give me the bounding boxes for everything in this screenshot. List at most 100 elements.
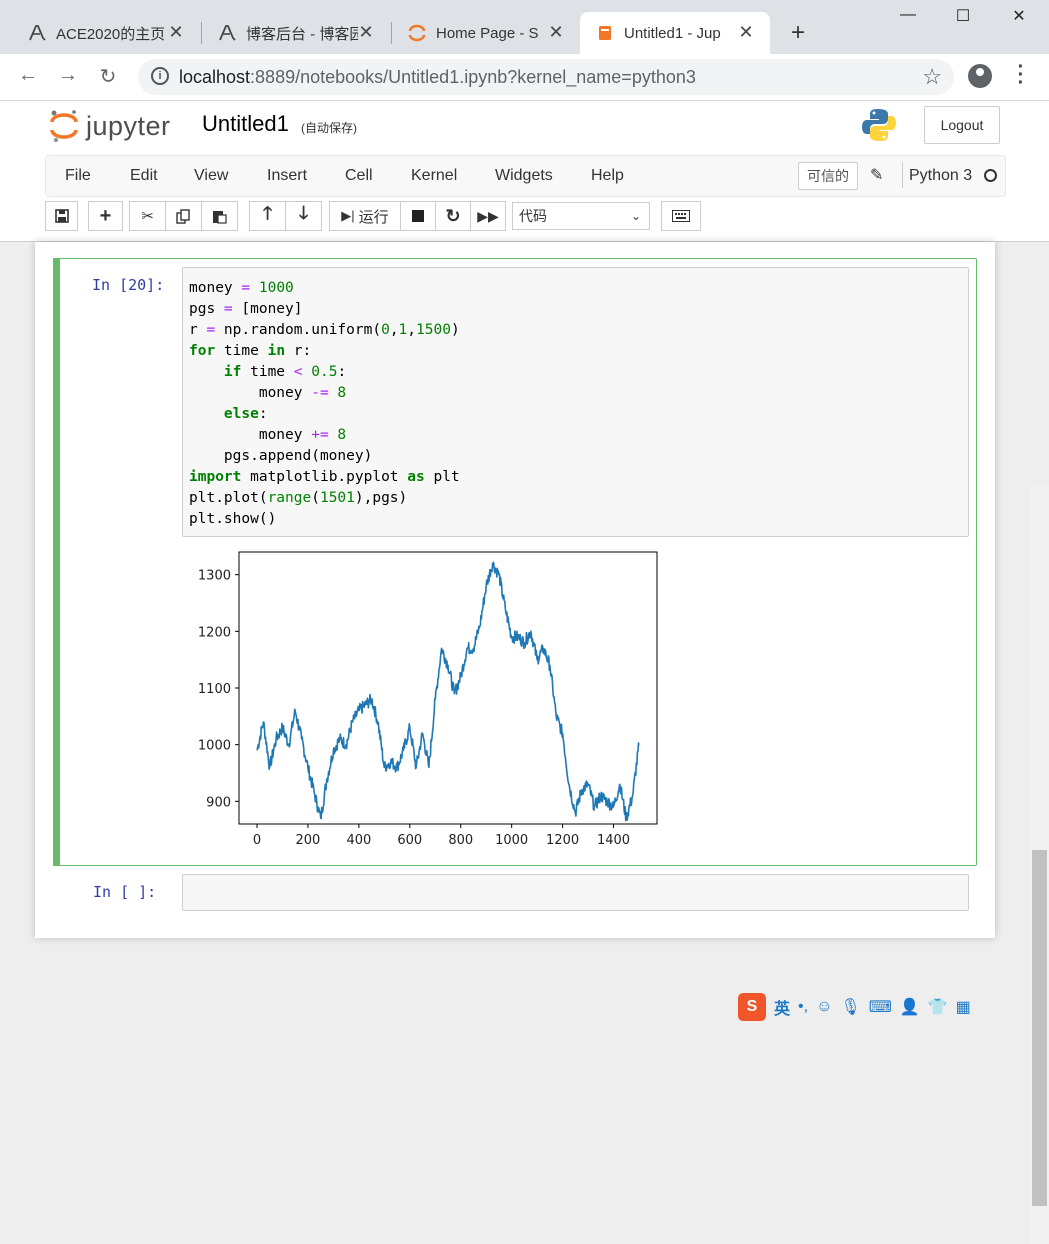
run-button[interactable]: ▶| 运行 — [329, 201, 401, 231]
y-tick-label: 900 — [206, 795, 231, 810]
reload-icon[interactable]: ↻ — [96, 64, 120, 89]
arrow-up-icon: 🡑 — [262, 203, 273, 223]
restart-icon: ↻ — [445, 205, 461, 226]
cut-button[interactable]: ✂ — [129, 201, 166, 231]
browser-tab-home-page[interactable]: Home Page - S ✕ — [384, 12, 580, 54]
ace-icon — [218, 24, 236, 42]
new-tab-icon[interactable]: + — [786, 19, 810, 47]
vertical-scrollbar[interactable] — [1030, 484, 1049, 1244]
close-icon[interactable]: ✕ — [736, 22, 756, 43]
window-close-icon[interactable]: ✕ — [1004, 6, 1034, 26]
menu-insert[interactable]: Insert — [267, 167, 307, 185]
ime-user-icon[interactable]: 👤 — [900, 997, 920, 1017]
jupyter-ring-icon — [408, 24, 426, 42]
ime-lang-icon[interactable]: 英 — [774, 995, 790, 1019]
logout-button[interactable]: Logout — [924, 106, 1000, 144]
close-icon[interactable]: ✕ — [356, 22, 376, 43]
menu-edit[interactable]: Edit — [130, 167, 158, 185]
x-tick-label: 1200 — [546, 833, 579, 848]
ime-grid-icon[interactable]: ▦ — [956, 997, 971, 1017]
save-button[interactable] — [45, 201, 78, 231]
plot-frame — [238, 551, 658, 825]
close-icon[interactable]: ✕ — [166, 22, 186, 43]
command-palette-button[interactable] — [661, 201, 701, 231]
arrow-down-icon: 🡓 — [298, 203, 309, 223]
menu-view[interactable]: View — [194, 167, 228, 185]
paste-button[interactable] — [201, 201, 238, 231]
x-tick-label: 400 — [346, 833, 371, 848]
code-input-area[interactable]: money = 1000 pgs = [money] r = np.random… — [182, 267, 969, 537]
tab-label: Untitled1 - Jup — [624, 24, 721, 42]
jupyter-logo-icon — [50, 109, 78, 143]
x-tick-label: 0 — [253, 833, 261, 848]
url-text: localhost:8889/notebooks/Untitled1.ipynb… — [179, 67, 696, 87]
chevron-down-icon: ⌄ — [630, 209, 641, 223]
scrollbar-thumb[interactable] — [1032, 850, 1047, 1206]
x-tick-label: 600 — [397, 833, 422, 848]
browser-tab-ace-home[interactable]: ACE2020的主页 ✕ — [4, 12, 200, 54]
cell-input-prompt: In [20]: — [92, 276, 165, 294]
jupyter-logo[interactable]: jupyter — [50, 109, 171, 143]
tab-label: 博客后台 - 博客园 — [246, 25, 358, 43]
menu-widgets[interactable]: Widgets — [495, 167, 553, 185]
restart-run-all-button[interactable]: ▶▶ — [470, 201, 506, 231]
ime-mic-icon[interactable]: 🎙 — [840, 997, 860, 1017]
code-cell-selected[interactable]: In [20]: money = 1000 pgs = [money] r = … — [53, 258, 977, 866]
tab-label: Home Page - S — [436, 24, 539, 42]
restart-button[interactable]: ↻ — [435, 201, 471, 231]
menu-cell[interactable]: Cell — [345, 167, 373, 185]
kernel-name[interactable]: Python 3 — [909, 167, 972, 185]
notebook-menubar: File Edit View Insert Cell Kernel Widget… — [45, 155, 1006, 197]
sogou-icon[interactable]: S — [738, 992, 766, 1021]
interrupt-button[interactable] — [400, 201, 436, 231]
tab-label: ACE2020的主页 — [56, 25, 166, 43]
account-icon[interactable] — [968, 64, 992, 88]
browser-tab-strip: ACE2020的主页 ✕ 博客后台 - 博客园 ✕ Home Page - S … — [0, 0, 1049, 54]
browser-menu-icon[interactable]: · · · — [1014, 57, 1028, 93]
trusted-indicator[interactable]: 可信的 — [798, 162, 858, 190]
copy-button[interactable] — [165, 201, 202, 231]
y-tick-label: 1000 — [198, 739, 231, 754]
ime-skin-icon[interactable]: 👕 — [928, 997, 948, 1017]
edit-pencil-icon[interactable]: ✎ — [870, 165, 883, 185]
fast-forward-icon: ▶▶ — [477, 207, 499, 224]
cell-selection-bar — [53, 258, 60, 866]
minimize-icon[interactable]: — — [893, 6, 923, 24]
jupyter-header: jupyter Untitled1 (自动保存) Logout File Edi… — [0, 101, 1049, 242]
cell-type-select[interactable]: 代码 ⌄ — [512, 202, 650, 230]
browser-tab-blog-admin[interactable]: 博客后台 - 博客园 ✕ — [194, 12, 390, 54]
y-tick-label: 1100 — [198, 682, 231, 697]
x-tick-label: 1400 — [597, 833, 630, 848]
maximize-icon[interactable]: ☐ — [948, 6, 978, 26]
forward-icon[interactable]: → — [56, 64, 80, 87]
site-info-icon[interactable]: i — [151, 67, 169, 85]
browser-tab-untitled1[interactable]: Untitled1 - Jup ✕ — [580, 12, 770, 54]
notebook-icon — [596, 24, 614, 42]
move-up-button[interactable]: 🡑 — [249, 201, 286, 231]
ime-emoji-icon[interactable]: ☺ — [816, 998, 832, 1016]
copy-icon — [176, 208, 190, 224]
run-label: 运行 — [358, 208, 389, 226]
notebook-title[interactable]: Untitled1 — [202, 111, 289, 137]
back-icon[interactable]: ← — [16, 64, 40, 87]
ime-keyboard-icon[interactable]: ⌨ — [869, 997, 892, 1017]
menu-file[interactable]: File — [65, 167, 91, 185]
scissors-icon: ✂ — [141, 208, 154, 225]
stop-icon — [412, 210, 424, 222]
bookmark-star-icon[interactable]: ☆ — [922, 64, 942, 90]
jupyter-wordmark: jupyter — [86, 110, 171, 141]
code-text: money = 1000 pgs = [money] r = np.random… — [189, 280, 460, 527]
address-bar[interactable]: i localhost:8889/notebooks/Untitled1.ipy… — [138, 59, 954, 95]
kernel-idle-icon — [984, 169, 997, 182]
plus-icon: + — [99, 204, 112, 227]
insert-cell-button[interactable]: + — [88, 201, 123, 231]
notebook-scroll-area: In [20]: money = 1000 pgs = [money] r = … — [0, 242, 1049, 1244]
ime-toolbar: S 英 •, ☺ 🎙 ⌨ 👤 👕 ▦ — [738, 992, 994, 1021]
menu-help[interactable]: Help — [591, 167, 624, 185]
kernel-divider — [902, 162, 903, 188]
close-icon[interactable]: ✕ — [546, 22, 566, 43]
ime-punct-icon[interactable]: •, — [798, 998, 808, 1016]
empty-code-cell[interactable] — [182, 874, 969, 911]
menu-kernel[interactable]: Kernel — [411, 167, 457, 185]
move-down-button[interactable]: 🡓 — [285, 201, 322, 231]
